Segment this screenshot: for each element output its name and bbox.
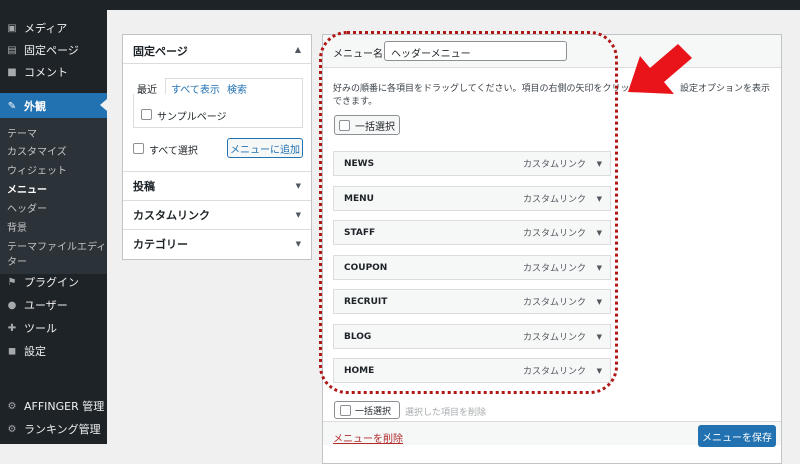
delete-menu-link[interactable]: メニューを削除 [333, 430, 403, 445]
media-icon: ▣ [7, 22, 17, 34]
pages-icon: ▤ [7, 44, 17, 56]
sidebar-item-tools[interactable]: ✚ ツール [0, 317, 107, 339]
sidebar-item-appearance[interactable]: ✎ 外観 [0, 93, 107, 119]
chevron-down-icon: ▼ [295, 211, 301, 219]
sample-page-checkbox[interactable] [141, 109, 152, 120]
select-all-checkbox[interactable] [133, 143, 144, 154]
submenu-background[interactable]: 背景 [7, 219, 27, 234]
accordion-custom-links[interactable]: カスタムリンク ▼ [123, 200, 311, 229]
appearance-submenu: テーマ カスタマイズ ウィジェット メニュー ヘッダー 背景 テーマファイルエデ… [0, 118, 107, 274]
sidebar-item-pages[interactable]: ▤ 固定ページ [0, 39, 107, 61]
sidebar-item-ranking[interactable]: ⚙ ランキング管理 [0, 418, 107, 440]
submenu-themes[interactable]: テーマ [7, 125, 37, 140]
submenu-header[interactable]: ヘッダー [7, 200, 47, 215]
appearance-icon: ✎ [7, 100, 17, 112]
sidebar-item-comments[interactable]: ■ コメント [0, 61, 107, 83]
annotation-highlight-circle [319, 31, 618, 394]
add-to-menu-button[interactable]: メニューに追加 [227, 138, 303, 158]
chevron-down-icon: ▼ [295, 182, 301, 190]
sidebar-item-settings[interactable]: ◼ 設定 [0, 340, 107, 362]
annotation-arrow-icon [628, 44, 692, 94]
remove-selected-link[interactable]: 選択した項目を削除 [405, 405, 486, 418]
submenu-menus[interactable]: メニュー [7, 181, 47, 196]
sample-page-label: サンプルページ [157, 112, 227, 123]
chevron-down-icon: ▼ [295, 240, 301, 248]
bulk-select-bottom-checkbox[interactable] [340, 404, 351, 416]
accordion-posts[interactable]: 投稿 ▼ [123, 171, 311, 200]
instructions-line1-end: 設定オプションを表示 [680, 84, 771, 94]
sidebar-item-media[interactable]: ▣ メディア [0, 17, 107, 39]
sidebar-item-users[interactable]: ● ユーザー [0, 294, 107, 316]
tools-icon: ✚ [7, 322, 17, 334]
submenu-theme-editor-cont: ター [7, 257, 27, 268]
submenu-customize[interactable]: カスタマイズ [7, 143, 67, 158]
bulk-select-bottom-button[interactable]: 一括選択 [334, 401, 400, 419]
collapse-up-icon[interactable]: ▲ [295, 45, 301, 54]
tab-recent[interactable]: 最近 [133, 78, 166, 96]
gear-icon: ⚙ [7, 423, 17, 435]
submenu-theme-editor[interactable]: テーマファイルエディ [7, 238, 106, 253]
users-icon: ● [7, 299, 17, 311]
comments-icon: ■ [7, 66, 17, 78]
sidebar-item-affinger[interactable]: ⚙ AFFINGER 管理 [0, 395, 107, 417]
admin-top-bar [0, 0, 800, 10]
sidebar-item-plugins[interactable]: ⚑ プラグイン [0, 271, 107, 293]
settings-icon: ◼ [7, 345, 17, 357]
tab-search[interactable]: 検索 [227, 81, 247, 96]
tab-view-all[interactable]: すべて表示 [171, 81, 220, 96]
plugins-icon: ⚑ [7, 276, 17, 288]
add-menu-items-panel: 固定ページ ▲ 最近 すべて表示 検索 サンプルページ すべて選択 メニューに追… [122, 34, 312, 260]
accordion-categories[interactable]: カテゴリー ▼ [123, 229, 311, 258]
divider [123, 63, 311, 64]
select-all-label: すべて選択 [149, 146, 198, 157]
gear-icon: ⚙ [7, 400, 17, 412]
pages-section-title[interactable]: 固定ページ [133, 43, 188, 59]
submenu-widgets[interactable]: ウィジェット [7, 162, 67, 177]
